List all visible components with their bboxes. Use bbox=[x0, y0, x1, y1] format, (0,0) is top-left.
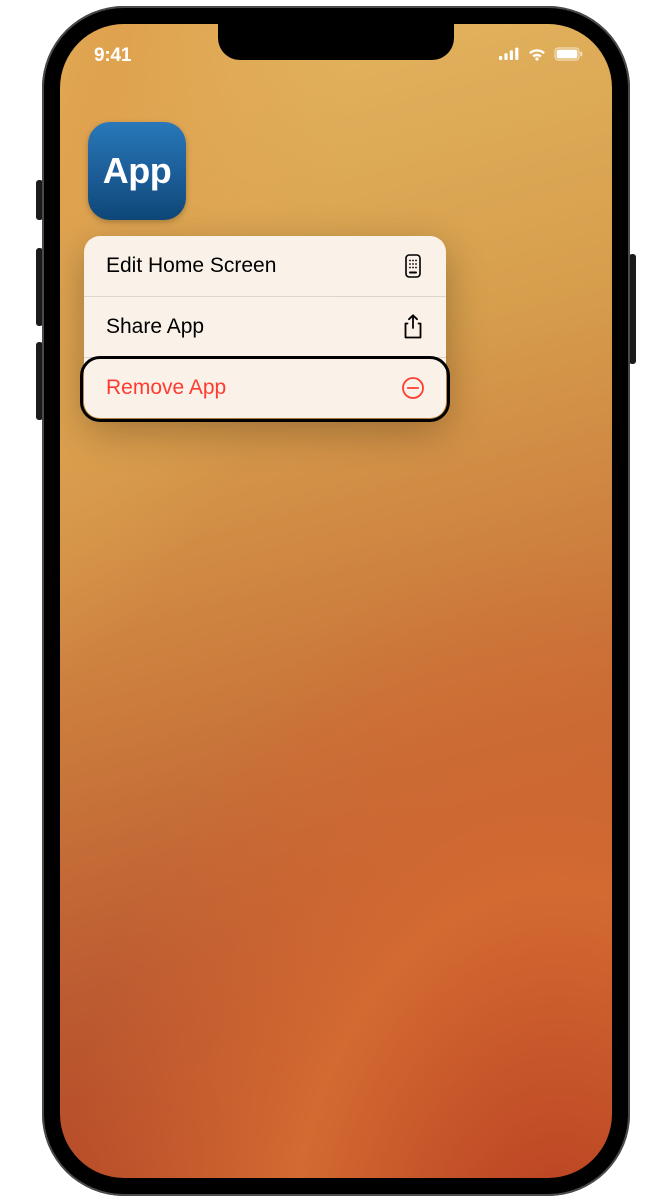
app-icon[interactable]: App bbox=[88, 122, 186, 220]
menu-item-remove-app[interactable]: Remove App bbox=[84, 357, 446, 418]
menu-item-label: Edit Home Screen bbox=[106, 254, 276, 278]
app-icon-label: App bbox=[103, 150, 171, 192]
power-button bbox=[629, 254, 636, 364]
remove-circle-icon bbox=[400, 375, 426, 401]
cellular-signal-icon bbox=[499, 47, 520, 65]
menu-item-share-app[interactable]: Share App bbox=[84, 296, 446, 357]
iphone-frame: 9:41 bbox=[42, 6, 630, 1196]
iphone-screen: 9:41 bbox=[60, 24, 612, 1178]
phone-grid-icon bbox=[400, 253, 426, 279]
status-indicators bbox=[499, 47, 584, 66]
menu-item-edit-home-screen[interactable]: Edit Home Screen bbox=[84, 236, 446, 296]
battery-icon bbox=[554, 47, 584, 66]
wifi-icon bbox=[527, 47, 547, 66]
menu-item-label: Share App bbox=[106, 315, 204, 339]
status-time: 9:41 bbox=[94, 45, 131, 67]
context-menu: Edit Home Screen Share App bbox=[84, 236, 446, 418]
notch bbox=[218, 24, 454, 60]
share-icon bbox=[400, 314, 426, 340]
menu-item-label: Remove App bbox=[106, 376, 226, 400]
